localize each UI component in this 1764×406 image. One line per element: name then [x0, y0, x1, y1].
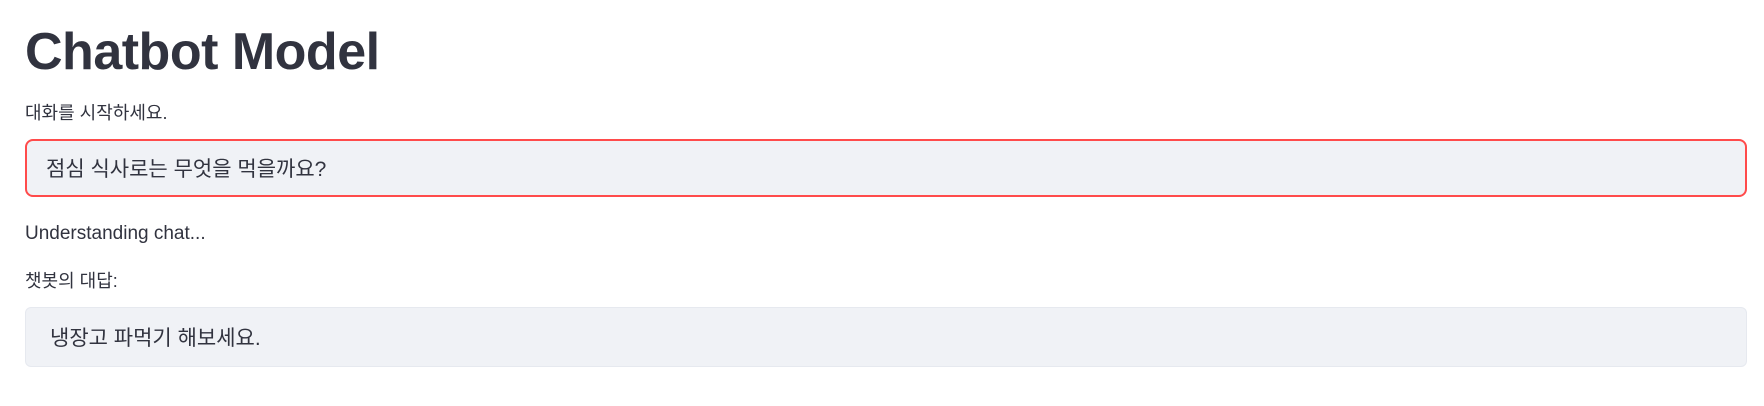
page-title: Chatbot Model [25, 23, 380, 81]
response-text: 냉장고 파먹기 해보세요. [50, 327, 261, 350]
status-message: Understanding chat... [25, 223, 206, 244]
chat-input-field[interactable] [25, 139, 1747, 197]
chat-input-label: 대화를 시작하세요. [25, 103, 168, 123]
response-box: 냉장고 파먹기 해보세요. [25, 307, 1747, 367]
response-label: 챗봇의 대답: [25, 271, 118, 291]
